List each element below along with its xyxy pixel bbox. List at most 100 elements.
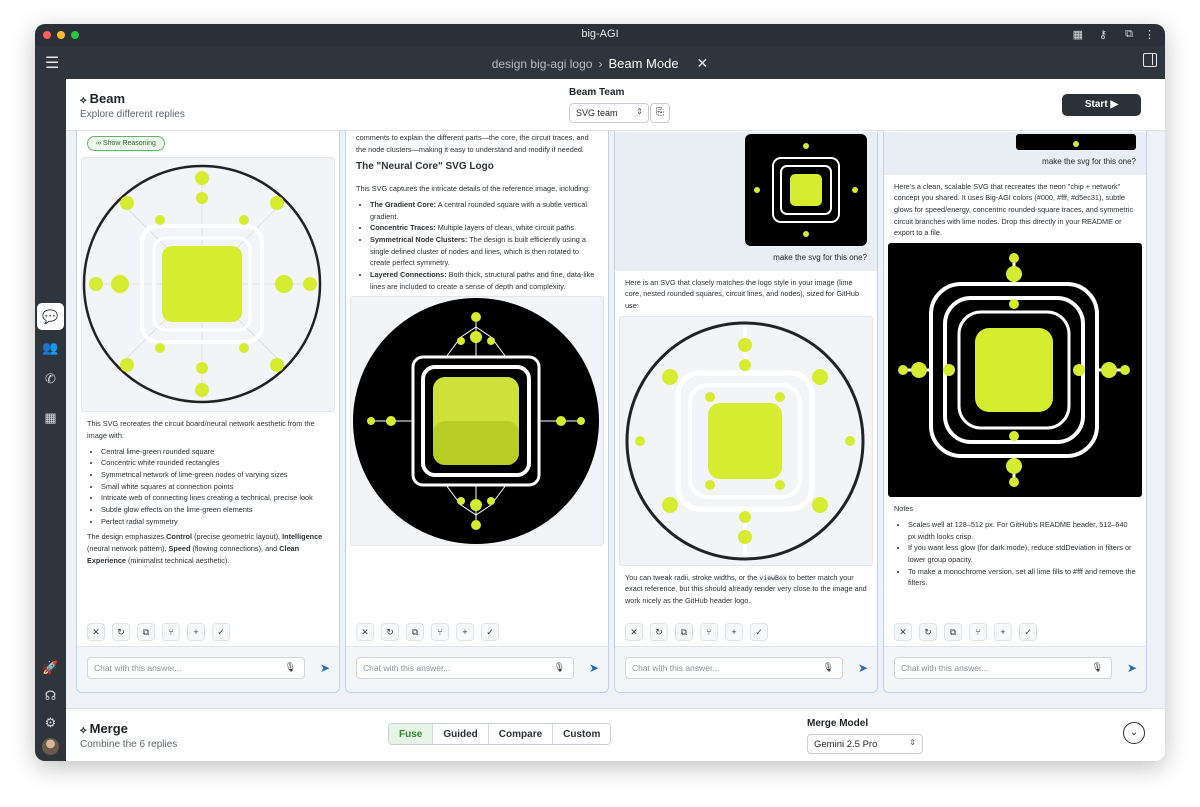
mic-icon[interactable]: 🎙 [823, 662, 834, 673]
beam-title: ⟡ Beam [80, 91, 126, 106]
check-icon[interactable]: ✓ [481, 623, 499, 641]
breadcrumb-current: Beam Mode [608, 56, 679, 71]
merge-panel: ⟡ Merge Combine the 6 replies Fuse Guided… [66, 708, 1165, 761]
avatar[interactable] [42, 738, 59, 755]
beam-icon: ⟡ [80, 95, 87, 106]
chat-row: Chat with this answer... 🎙 ➤ [884, 646, 1146, 692]
side-panel-icon[interactable] [1143, 53, 1157, 67]
check-icon[interactable]: ✓ [212, 623, 230, 641]
bookmark-team-button[interactable]: ⎘ [650, 103, 670, 123]
chat-input[interactable]: Chat with this answer... 🎙 [356, 657, 574, 679]
branch-icon[interactable]: ⑂ [969, 623, 987, 641]
add-icon[interactable]: + [187, 623, 205, 641]
check-icon[interactable]: ✓ [1019, 623, 1037, 641]
chat-input[interactable]: Chat with this answer... 🎙 [87, 657, 305, 679]
beam-column-4: make the svg for this one? Here's a clea… [883, 131, 1147, 693]
svg-preview [888, 243, 1142, 498]
list-item: Symmetrical Node Clusters: The design is… [370, 234, 598, 269]
send-icon[interactable]: ➤ [320, 661, 330, 675]
chat-row: Chat with this answer... 🎙 ➤ [346, 646, 608, 692]
chat-input[interactable]: Chat with this answer... 🎙 [894, 657, 1112, 679]
send-icon[interactable]: ➤ [589, 661, 599, 675]
answer-actions: ✕ ↻ ⧉ ⑂ + ✓ [894, 622, 1044, 641]
list-item: The Gradient Core: A central rounded squ… [370, 199, 598, 222]
notes-label: Notes [894, 504, 914, 514]
copy-icon[interactable]: ⧉ [944, 623, 962, 641]
merge-model-select[interactable]: Gemini 2.5 Pro ⇕ [807, 734, 923, 754]
beam-team-label: Beam Team [569, 87, 625, 98]
branch-icon[interactable]: ⑂ [162, 623, 180, 641]
answer-actions: ✕ ↻ ⧉ ⑂ + ✓ [625, 622, 775, 641]
tab-guided[interactable]: Guided [433, 724, 489, 744]
answer-intro: Here's a clean, scalable SVG that recrea… [894, 181, 1134, 238]
add-icon[interactable]: + [725, 623, 743, 641]
answer-intro: comments to explain the different parts—… [356, 133, 589, 154]
tab-fuse[interactable]: Fuse [389, 724, 434, 744]
svg-preview [350, 296, 604, 547]
start-button[interactable]: Start ▶ [1062, 94, 1141, 116]
beam-team-select[interactable]: SVG team ⇕ [569, 103, 649, 123]
add-icon[interactable]: + [994, 623, 1012, 641]
apps-grid-icon[interactable]: ▦ [38, 405, 63, 430]
beam-column-3: make the svg for this one? Here is an SV… [614, 131, 878, 693]
list-item: Central lime-green rounded square [101, 446, 329, 458]
settings-icon[interactable]: ⚙ [38, 710, 63, 735]
regenerate-icon[interactable]: ↻ [112, 623, 130, 641]
beam-workspace: ⟡ Beam Explore different replies Beam Tea… [66, 79, 1165, 761]
beam-column-2: comments to explain the different parts—… [345, 131, 609, 693]
list-item: Layered Connections: Both thick, structu… [370, 269, 598, 292]
regenerate-icon[interactable]: ↻ [650, 623, 668, 641]
copy-icon[interactable]: ⧉ [137, 623, 155, 641]
merge-model-label: Merge Model [807, 718, 869, 729]
list-item: Scales well at 128–512 px. For GitHub's … [908, 519, 1136, 542]
mic-icon[interactable]: 🎙 [554, 662, 565, 673]
show-reasoning-button[interactable]: ∞ Show Reasoning [87, 136, 165, 152]
support-icon[interactable]: ☊ [38, 683, 63, 708]
branch-icon[interactable]: ⑂ [700, 623, 718, 641]
nav-rail: 💬 👥 ✆ ▦ 🚀 ☊ ⚙ [35, 79, 66, 761]
beam-column-1: ∞ Show Reasoning This SVG recreates the … [76, 131, 340, 693]
merge-subtitle: Combine the 6 replies [80, 739, 178, 750]
chat-input[interactable]: Chat with this answer... 🎙 [625, 657, 843, 679]
add-icon[interactable]: + [456, 623, 474, 641]
mic-icon[interactable]: 🎙 [285, 662, 296, 673]
extension-icon[interactable]: ⧉ [1125, 28, 1133, 41]
list-item: If you want less glow (for dark mode), r… [908, 542, 1136, 565]
chat-row: Chat with this answer... 🎙 ➤ [77, 646, 339, 692]
close-beam-button[interactable]: ✕ [697, 55, 709, 71]
answer-list: The Gradient Core: A central rounded squ… [370, 199, 598, 292]
play-icon: ▶ [1110, 99, 1119, 110]
calendar-icon[interactable]: ▦ [1073, 28, 1083, 41]
remove-icon[interactable]: ✕ [87, 623, 105, 641]
chat-icon[interactable]: 💬 [37, 303, 64, 330]
notes-list: Scales well at 128–512 px. For GitHub's … [908, 519, 1136, 589]
regenerate-icon[interactable]: ↻ [381, 623, 399, 641]
remove-icon[interactable]: ✕ [356, 623, 374, 641]
window-title: big-AGI [581, 28, 619, 40]
regenerate-icon[interactable]: ↻ [919, 623, 937, 641]
branch-icon[interactable]: ⑂ [431, 623, 449, 641]
remove-icon[interactable]: ✕ [625, 623, 643, 641]
key-icon[interactable]: ⚷ [1099, 28, 1107, 41]
phone-icon[interactable]: ✆ [38, 366, 63, 391]
answer-list: Central lime-green rounded square Concen… [101, 446, 329, 528]
tab-custom[interactable]: Custom [553, 724, 611, 744]
people-icon[interactable]: 👥 [38, 335, 63, 360]
copy-icon[interactable]: ⧉ [675, 623, 693, 641]
beam-header: ⟡ Beam Explore different replies Beam Tea… [66, 79, 1165, 131]
check-icon[interactable]: ✓ [750, 623, 768, 641]
more-icon[interactable]: ⋮ [1144, 28, 1155, 41]
tab-compare[interactable]: Compare [488, 724, 554, 744]
breadcrumb-parent[interactable]: design big-agi logo [492, 57, 593, 71]
mic-icon[interactable]: 🎙 [1092, 662, 1103, 673]
merge-title: ⟡ Merge [80, 721, 128, 736]
answer-actions: ✕ ↻ ⧉ ⑂ + ✓ [356, 622, 506, 641]
svg-preview [619, 315, 873, 566]
collapse-icon[interactable]: ⌄ [1123, 722, 1145, 744]
send-icon[interactable]: ➤ [858, 661, 868, 675]
send-icon[interactable]: ➤ [1127, 661, 1137, 675]
svg-preview [81, 157, 335, 413]
rocket-icon[interactable]: 🚀 [38, 655, 63, 680]
copy-icon[interactable]: ⧉ [406, 623, 424, 641]
remove-icon[interactable]: ✕ [894, 623, 912, 641]
